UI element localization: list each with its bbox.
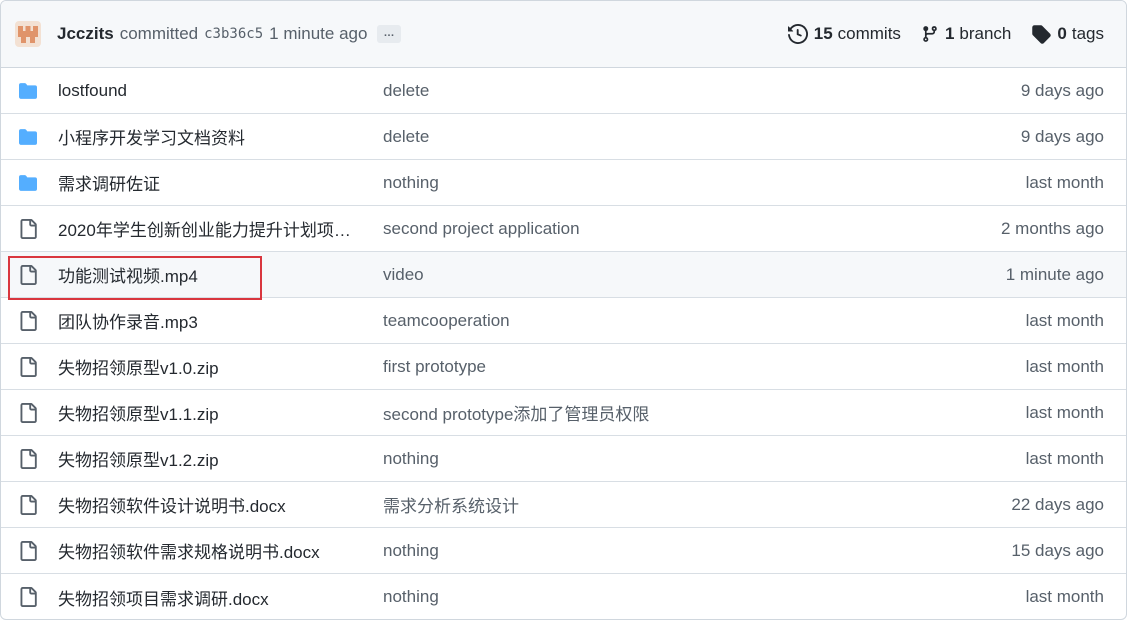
file-row[interactable]: 功能测试视频.mp4 video 1 minute ago — [1, 252, 1126, 300]
commit-author-link[interactable]: Jcczits — [57, 24, 114, 44]
tags-count: 0 — [1057, 24, 1067, 43]
branches-link[interactable]: 1 branch — [921, 24, 1011, 44]
file-icon — [17, 448, 39, 470]
commit-verb: committed — [119, 24, 199, 43]
file-list: lostfound delete 9 days ago 小程序开发学习文档资料 dele… — [1, 68, 1126, 619]
commit-age: 9 days ago — [1020, 80, 1104, 100]
file-row[interactable]: 小程序开发学习文档资料 delete 9 days ago — [1, 114, 1126, 160]
file-name-link[interactable]: 需求调研佐证 — [58, 170, 383, 195]
file-name-link[interactable]: 2020年学生创新创业能力提升计划项… — [58, 216, 383, 241]
commits-label: commits — [837, 24, 901, 43]
file-name-link[interactable]: 失物招领原型v1.1.zip — [58, 400, 383, 425]
commit-age: 22 days ago — [1011, 494, 1104, 514]
folder-icon — [17, 172, 39, 194]
commit-age: last month — [1025, 402, 1104, 422]
commit-message-link[interactable]: teamcooperation — [383, 311, 1026, 331]
tags-link[interactable]: 0 tags — [1031, 24, 1104, 44]
file-icon — [17, 402, 39, 424]
commit-message-link[interactable]: second prototype添加了管理员权限 — [383, 400, 1026, 425]
file-icon — [17, 540, 39, 562]
file-row[interactable]: lostfound delete 9 days ago — [1, 68, 1126, 114]
file-row[interactable]: 失物招领原型v1.2.zip nothing last month — [1, 436, 1126, 482]
commit-message-link[interactable]: second project application — [383, 219, 1001, 239]
commits-count: 15 — [813, 24, 833, 43]
commit-message-link[interactable]: first prototype — [383, 357, 1026, 377]
file-row[interactable]: 失物招领项目需求调研.docx nothing last month — [1, 574, 1126, 619]
latest-commit-bar: Jcczits committed c3b36c5 1 minute ago …… — [1, 1, 1126, 68]
file-icon — [17, 218, 39, 240]
file-icon — [17, 356, 39, 378]
commit-age: 1 minute ago — [1005, 264, 1104, 284]
commit-message-link[interactable]: video — [383, 265, 1006, 285]
commits-link[interactable]: 15 commits — [787, 24, 901, 44]
repo-stats: 15 commits 1 branch 0 tags — [768, 24, 1104, 44]
commit-message-link[interactable]: nothing — [383, 449, 1026, 469]
file-name-link[interactable]: 失物招领原型v1.2.zip — [58, 446, 383, 471]
tag-icon — [1032, 25, 1052, 44]
commit-age: 15 days ago — [1011, 540, 1104, 560]
tags-label: tags — [1071, 24, 1104, 43]
file-icon — [17, 264, 39, 286]
commit-age: last month — [1025, 356, 1104, 376]
commit-message-link[interactable]: nothing — [383, 541, 1011, 561]
file-icon — [17, 310, 39, 332]
file-row[interactable]: 失物招领软件设计说明书.docx 需求分析系统设计 22 days ago — [1, 482, 1126, 528]
file-row[interactable]: 失物招领软件需求规格说明书.docx nothing 15 days ago — [1, 528, 1126, 574]
commit-age: 9 days ago — [1020, 126, 1104, 146]
commit-message-link[interactable]: delete — [383, 127, 1021, 147]
author-avatar[interactable] — [15, 21, 41, 47]
file-name-link[interactable]: 功能测试视频.mp4 — [58, 262, 383, 287]
commit-age: last month — [1025, 448, 1104, 468]
file-row[interactable]: 失物招领原型v1.0.zip first prototype last month — [1, 344, 1126, 390]
expand-commit-message-button[interactable]: … — [377, 25, 402, 43]
branch-label: branch — [959, 24, 1012, 43]
history-icon — [787, 24, 808, 44]
commit-age: 2 months ago — [1000, 218, 1104, 238]
commit-message-link[interactable]: 需求分析系统设计 — [383, 492, 1011, 517]
file-row[interactable]: 团队协作录音.mp3 teamcooperation last month — [1, 298, 1126, 344]
folder-icon — [17, 80, 39, 102]
commit-time: 1 minute ago — [269, 24, 368, 43]
repo-file-browser: Jcczits committed c3b36c5 1 minute ago …… — [0, 0, 1127, 620]
git-branch-icon — [923, 26, 937, 42]
commit-message-link[interactable]: nothing — [383, 173, 1026, 193]
file-name-link[interactable]: 失物招领原型v1.0.zip — [58, 354, 383, 379]
folder-icon — [17, 126, 39, 148]
file-name-link[interactable]: 失物招领软件设计说明书.docx — [58, 492, 383, 517]
commit-message-link[interactable]: delete — [383, 81, 1021, 101]
file-row[interactable]: 需求调研佐证 nothing last month — [1, 160, 1126, 206]
file-name-link[interactable]: lostfound — [58, 81, 383, 101]
file-name-link[interactable]: 失物招领项目需求调研.docx — [58, 585, 383, 610]
branch-count: 1 — [944, 24, 955, 43]
file-name-link[interactable]: 失物招领软件需求规格说明书.docx — [58, 538, 383, 563]
commit-age: last month — [1025, 587, 1104, 606]
commit-age: last month — [1025, 172, 1104, 192]
file-icon — [17, 494, 39, 516]
file-row[interactable]: 2020年学生创新创业能力提升计划项… second project applic… — [1, 206, 1126, 252]
commit-sha-link[interactable]: c3b36c5 — [204, 26, 263, 42]
commit-message-link[interactable]: nothing — [383, 587, 1026, 607]
file-icon — [17, 586, 39, 608]
file-row[interactable]: 失物招领原型v1.1.zip second prototype添加了管理员权限 la… — [1, 390, 1126, 436]
commit-age: last month — [1025, 310, 1104, 330]
file-name-link[interactable]: 团队协作录音.mp3 — [58, 308, 383, 333]
file-name-link[interactable]: 小程序开发学习文档资料 — [58, 124, 383, 149]
